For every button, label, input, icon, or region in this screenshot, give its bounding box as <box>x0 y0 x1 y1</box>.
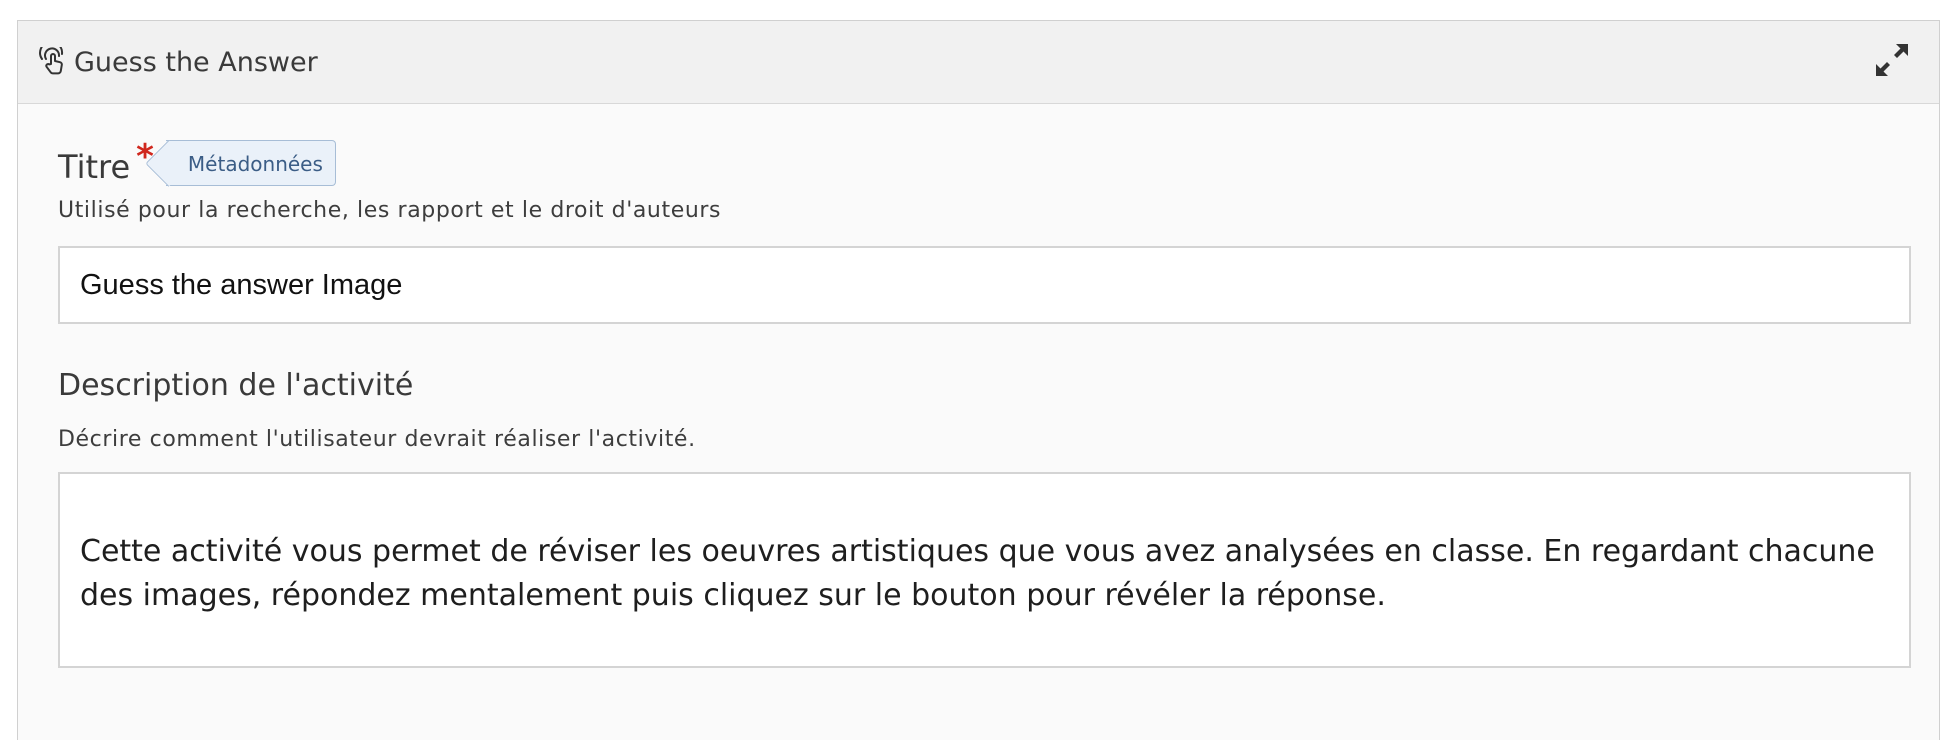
metadata-button-label: Métadonnées <box>187 152 323 176</box>
content-type-title: Guess the Answer <box>74 46 318 78</box>
title-label-row: Titre * Métadonnées <box>58 140 1911 188</box>
form-content: Titre * Métadonnées Utilisé pour la rech… <box>18 140 1939 668</box>
description-textarea[interactable]: Cette activité vous permet de réviser le… <box>58 472 1911 668</box>
editor-panel: Guess the Answer Titre * Métadonnées Uti… <box>17 20 1940 740</box>
editor-header: Guess the Answer <box>18 21 1939 104</box>
expand-button[interactable] <box>1871 41 1913 83</box>
description-help-text: Décrire comment l'utilisateur devrait ré… <box>58 427 696 452</box>
title-description: Utilisé pour la recherche, les rapport e… <box>58 198 722 223</box>
title-input[interactable] <box>58 246 1911 324</box>
metadata-button[interactable]: Métadonnées <box>165 140 336 186</box>
expand-arrows-icon <box>1872 40 1912 84</box>
pointer-hand-icon <box>36 46 68 78</box>
title-label: Titre <box>58 148 131 186</box>
description-label: Description de l'activité <box>58 368 414 403</box>
